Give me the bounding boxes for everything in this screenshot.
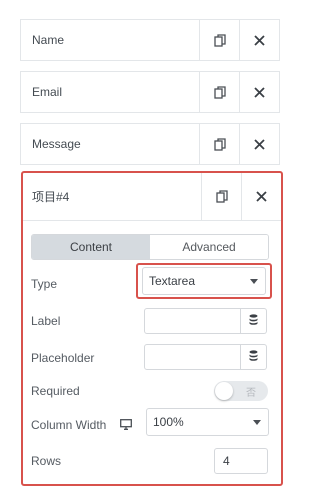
type-select[interactable]: Textarea xyxy=(142,267,266,295)
type-select-value: Textarea xyxy=(149,274,196,288)
toggle-knob xyxy=(215,382,233,400)
repeater-item-name[interactable]: Name xyxy=(20,19,280,61)
tab-content[interactable]: Content xyxy=(32,235,150,259)
required-label: Required xyxy=(31,384,80,398)
duplicate-button[interactable] xyxy=(201,173,241,220)
database-icon xyxy=(249,312,258,330)
column-width-select[interactable]: 100% xyxy=(146,408,269,436)
repeater-item-title[interactable]: Message xyxy=(21,124,199,164)
duplicate-button[interactable] xyxy=(199,20,239,60)
copy-icon xyxy=(213,33,226,47)
repeater-item-title[interactable]: Name xyxy=(21,20,199,60)
duplicate-button[interactable] xyxy=(199,124,239,164)
copy-icon xyxy=(213,137,226,151)
required-toggle[interactable]: 否 xyxy=(214,381,268,401)
repeater-item-email[interactable]: Email xyxy=(20,71,280,113)
placeholder-input[interactable] xyxy=(144,344,241,370)
toggle-state-text: 否 xyxy=(246,388,256,399)
close-icon xyxy=(254,138,265,150)
placeholder-field-label: Placeholder xyxy=(31,351,95,365)
copy-icon xyxy=(215,190,228,203)
duplicate-button[interactable] xyxy=(199,72,239,112)
active-item-header[interactable]: 项目#4 xyxy=(23,173,281,221)
desktop-icon[interactable] xyxy=(120,417,132,435)
rows-input[interactable]: 4 xyxy=(214,448,268,474)
label-input[interactable] xyxy=(144,308,241,334)
label-dynamic-button[interactable] xyxy=(241,308,267,334)
database-icon xyxy=(249,348,258,366)
repeater-item-active: 项目#4 Content Advanced Type Textarea Labe… xyxy=(21,171,283,486)
type-label: Type xyxy=(31,277,58,291)
repeater-item-message[interactable]: Message xyxy=(20,123,280,165)
tab-advanced[interactable]: Advanced xyxy=(150,235,268,259)
remove-button[interactable] xyxy=(239,20,279,60)
column-width-value: 100% xyxy=(153,415,184,429)
settings-tabs: Content Advanced xyxy=(31,234,269,260)
active-item-title[interactable]: 项目#4 xyxy=(23,173,201,220)
close-icon xyxy=(254,86,265,98)
remove-button[interactable] xyxy=(239,124,279,164)
column-width-label: Column Width xyxy=(31,418,107,432)
copy-icon xyxy=(213,85,226,99)
chevron-down-icon xyxy=(253,420,261,425)
remove-button[interactable] xyxy=(239,72,279,112)
active-item-controls: Content Advanced Type Textarea Label Pla… xyxy=(23,221,281,484)
repeater-item-title[interactable]: Email xyxy=(21,72,199,112)
close-icon xyxy=(254,34,265,46)
rows-value: 4 xyxy=(223,454,230,468)
label-field-label: Label xyxy=(31,314,61,328)
chevron-down-icon xyxy=(250,279,258,284)
close-icon xyxy=(256,191,267,202)
remove-button[interactable] xyxy=(241,173,281,220)
rows-label: Rows xyxy=(31,454,62,468)
placeholder-dynamic-button[interactable] xyxy=(241,344,267,370)
